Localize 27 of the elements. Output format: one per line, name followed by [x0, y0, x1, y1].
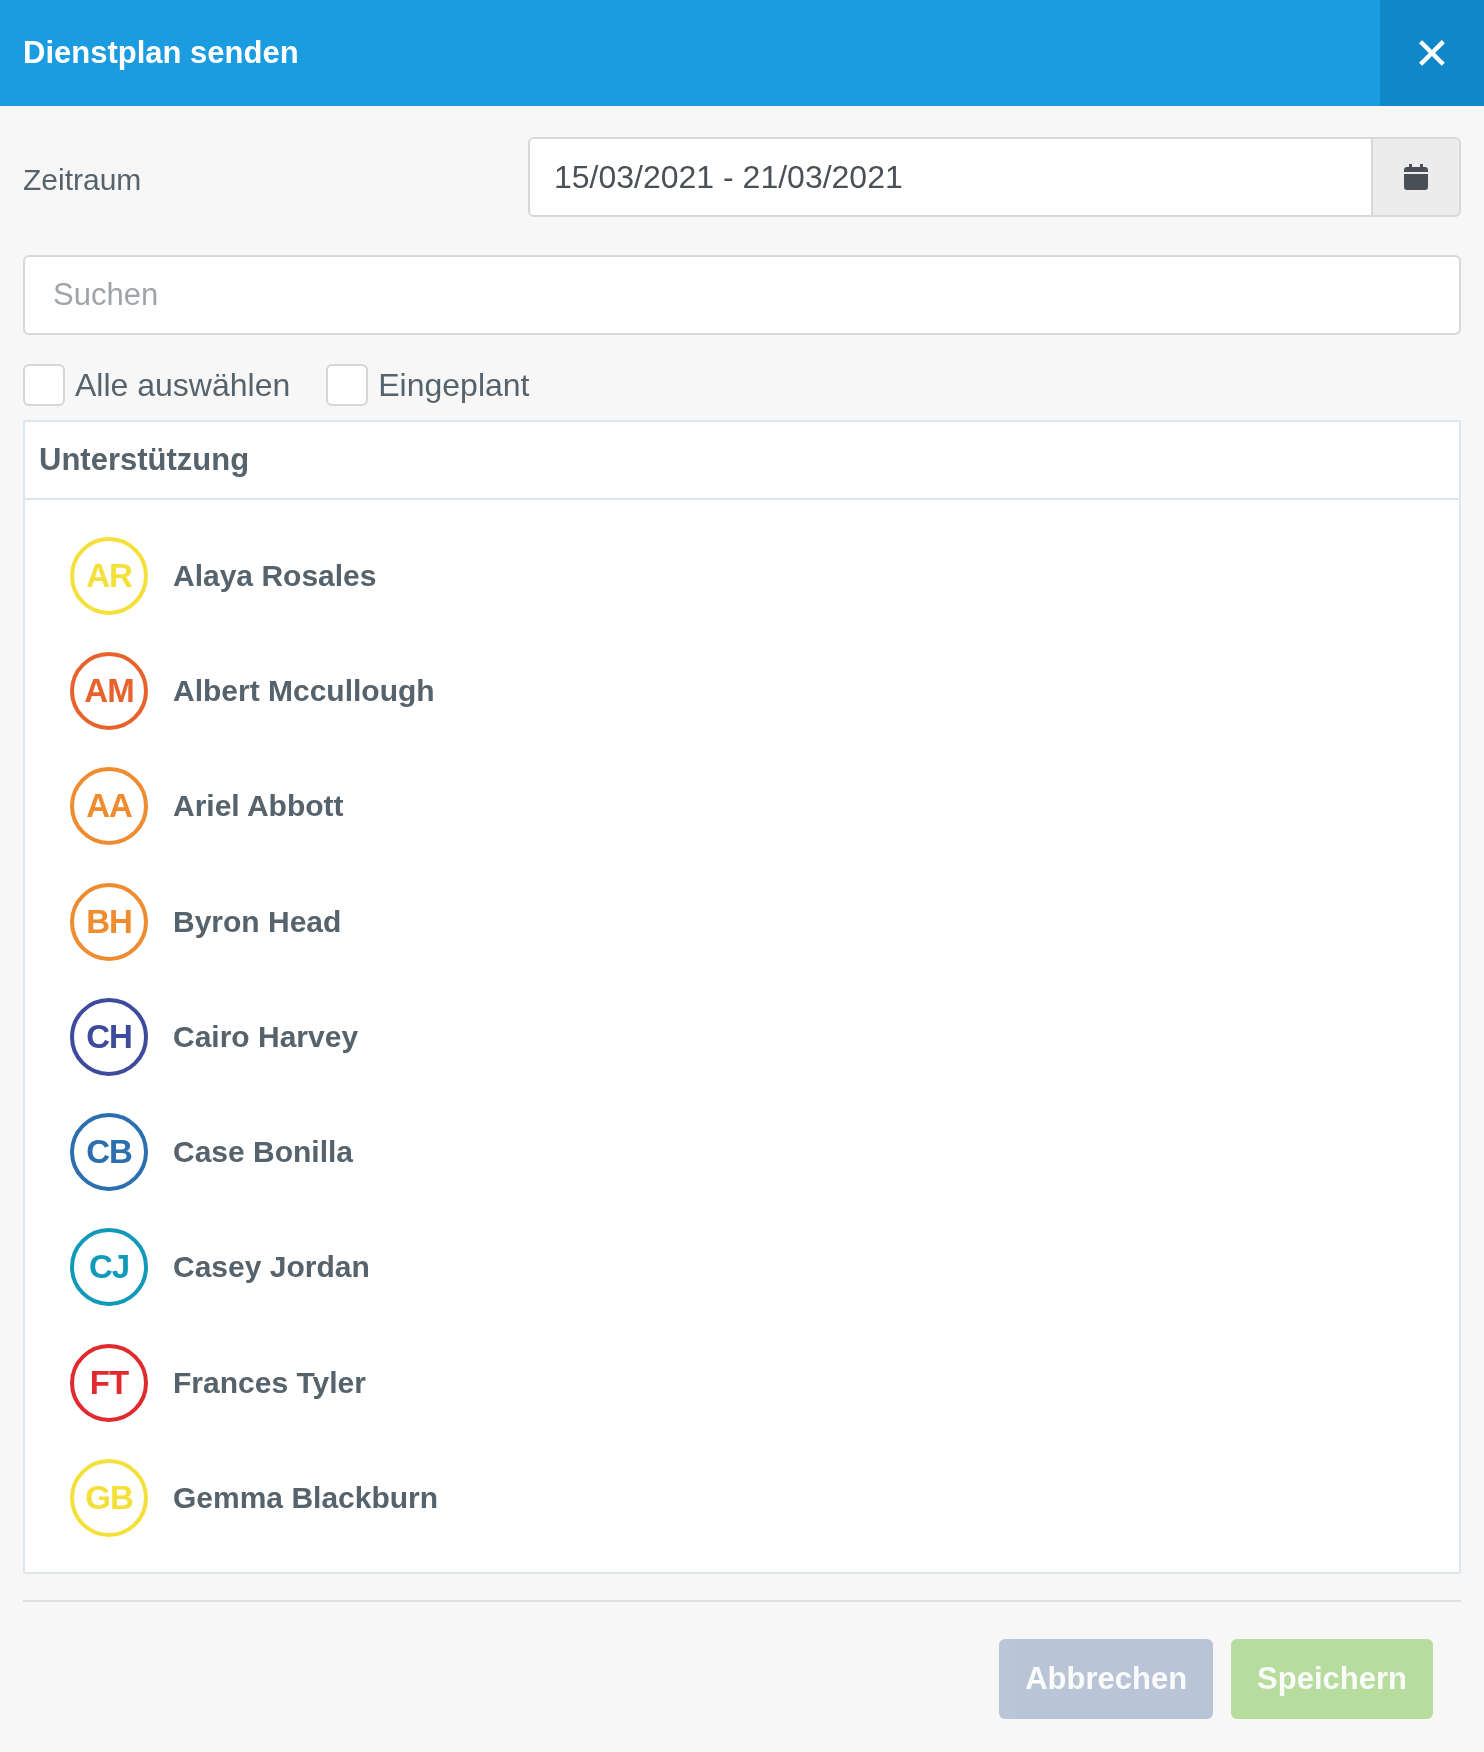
- avatar: AA: [70, 767, 148, 846]
- person-name[interactable]: Alaya Rosales: [173, 558, 377, 593]
- avatar: BH: [70, 882, 148, 961]
- period-label: Zeitraum: [23, 162, 143, 197]
- avatar: CJ: [70, 1228, 148, 1307]
- dialog-title: Dienstplan senden: [22, 35, 300, 71]
- checkbox[interactable]: [23, 364, 65, 406]
- checkbox-label: Eingeplant: [378, 366, 530, 404]
- avatar: GB: [70, 1459, 148, 1537]
- person-name[interactable]: Casey Jordan: [173, 1250, 370, 1285]
- avatar: FT: [70, 1343, 148, 1422]
- avatar: CB: [70, 1113, 148, 1192]
- group-title: Unterstützung: [39, 442, 250, 478]
- person-name[interactable]: Cairo Harvey: [173, 1019, 359, 1054]
- person-name[interactable]: Ariel Abbott: [173, 789, 344, 824]
- person-name[interactable]: Albert Mccullough: [173, 673, 435, 708]
- avatar: AR: [70, 536, 148, 615]
- checkbox[interactable]: [326, 364, 369, 406]
- person-name[interactable]: Gemma Blackburn: [173, 1481, 439, 1515]
- checkbox-label: Alle auswählen: [75, 366, 291, 404]
- person-name[interactable]: Frances Tyler: [173, 1365, 366, 1400]
- avatar: AM: [70, 651, 148, 730]
- person-name[interactable]: Case Bonilla: [173, 1135, 354, 1170]
- person-name[interactable]: Byron Head: [173, 904, 342, 939]
- avatar: CH: [70, 997, 148, 1076]
- close-button[interactable]: ✕: [1380, 0, 1484, 106]
- search-field[interactable]: Suchen: [23, 255, 1461, 335]
